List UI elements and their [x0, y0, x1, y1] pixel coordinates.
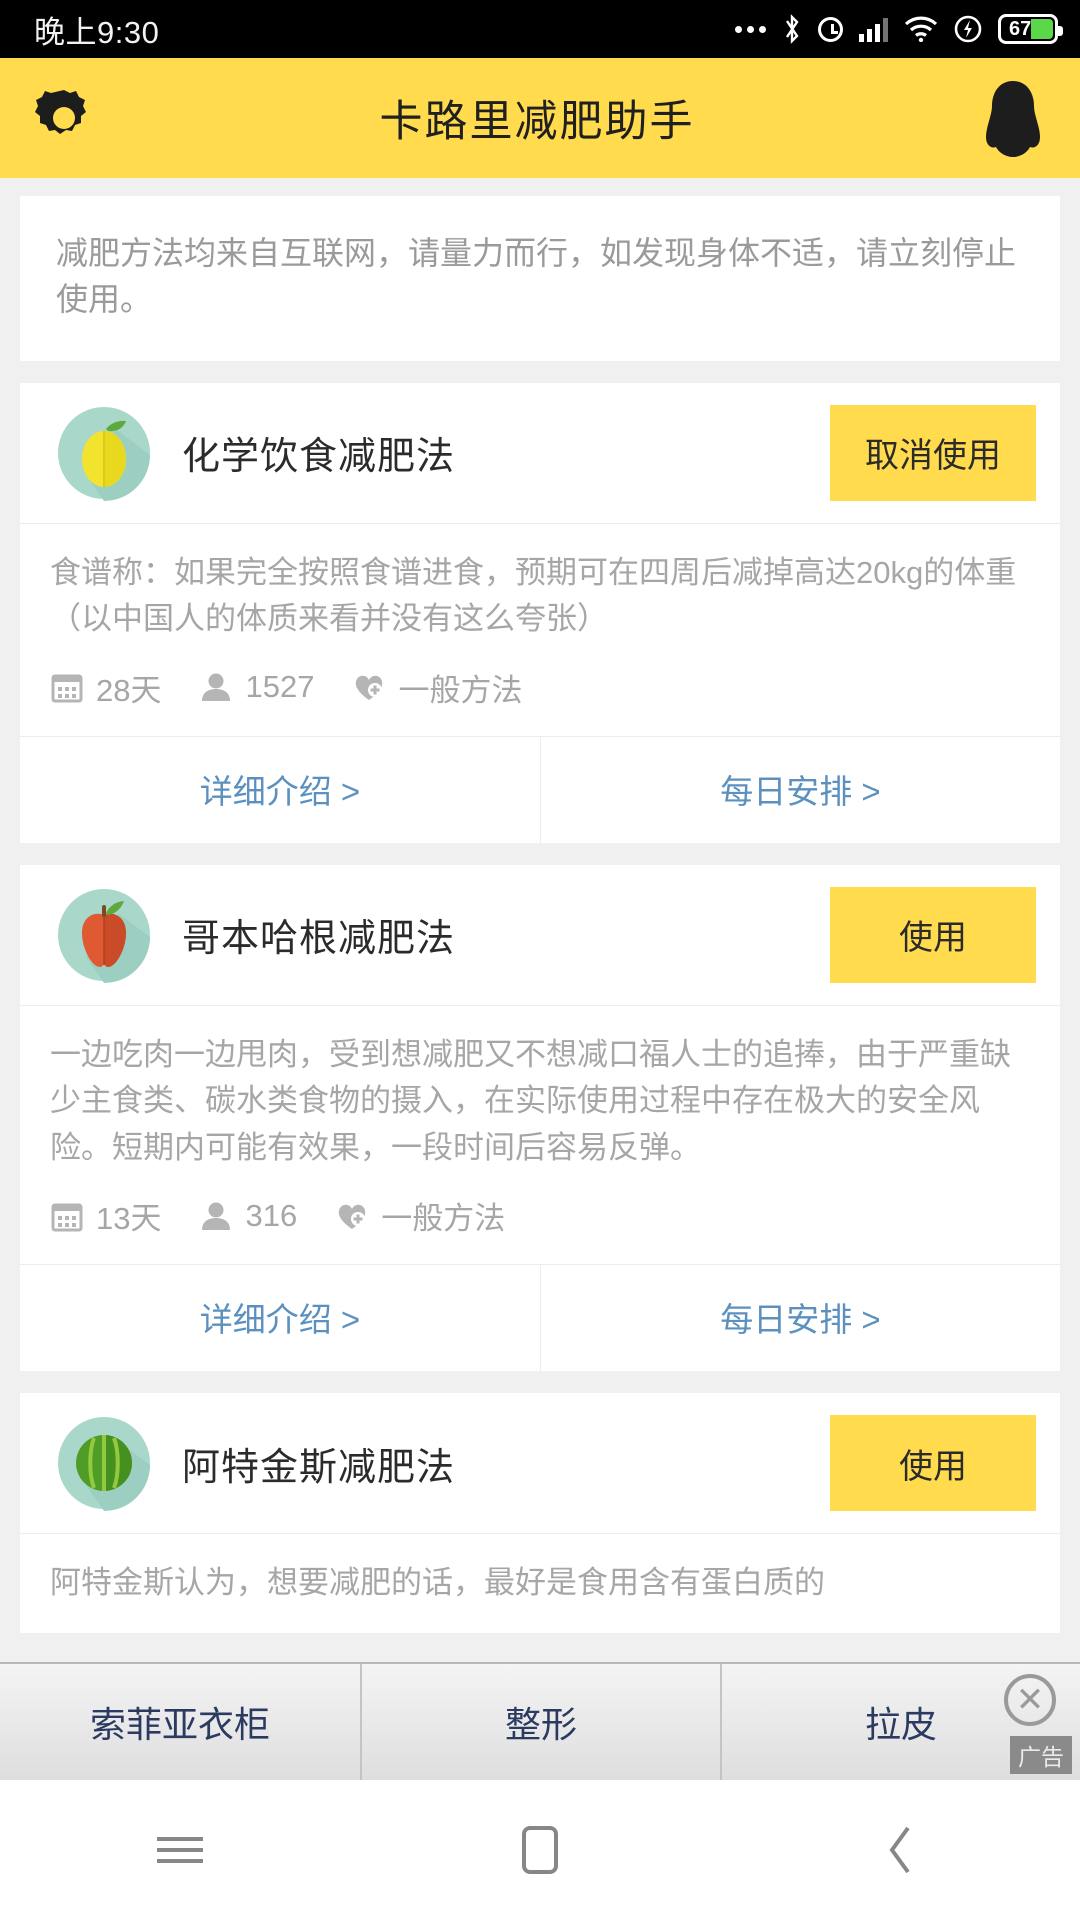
- plan-header: 阿特金斯减肥法 使用: [20, 1393, 1060, 1533]
- plan-use-button[interactable]: 取消使用: [830, 404, 1036, 501]
- ad-item[interactable]: 拉皮 ✕ 广告: [720, 1664, 1080, 1780]
- ad-banner: 索菲亚衣柜 整形 拉皮 ✕ 广告: [0, 1662, 1080, 1780]
- bluetooth-icon: [782, 14, 802, 44]
- qq-penguin-icon[interactable]: [978, 79, 1048, 157]
- plan-users-count: 1527: [245, 669, 315, 705]
- battery-percent: 67: [1009, 17, 1032, 40]
- ad-tag-label: 广告: [1010, 1736, 1072, 1774]
- page-title: 卡路里减肥助手: [379, 98, 695, 146]
- plan-type: 一般方法: [352, 665, 522, 710]
- calendar-icon: [50, 1199, 84, 1233]
- plan-days: 28天: [50, 665, 161, 710]
- ad-item[interactable]: 整形: [360, 1664, 720, 1780]
- plan-users: 1527: [199, 669, 314, 705]
- plan-title: 阿特金斯减肥法: [182, 1446, 456, 1489]
- alarm-icon: [818, 16, 843, 42]
- plan-meta: 13天 316 一般方法: [20, 1171, 1060, 1264]
- watermelon-icon: [56, 1415, 152, 1512]
- close-icon[interactable]: ✕: [1004, 1674, 1056, 1726]
- plan-schedule-link[interactable]: 每日安排 >: [540, 1265, 1060, 1372]
- plan-use-button[interactable]: 使用: [830, 1415, 1036, 1512]
- person-icon: [199, 670, 233, 704]
- plan-users-count: 316: [245, 1197, 298, 1233]
- plan-users: 316: [199, 1198, 297, 1234]
- ad-item[interactable]: 索菲亚衣柜: [0, 1664, 360, 1780]
- back-icon[interactable]: [840, 1805, 960, 1895]
- plan-days: 13天: [50, 1193, 161, 1238]
- plan-days-label: 13天: [96, 1201, 162, 1237]
- status-icon-group: 67: [735, 14, 1063, 44]
- calendar-icon: [50, 670, 84, 704]
- plan-footer: 详细介绍 > 每日安排 >: [20, 1264, 1060, 1372]
- status-bar: 晚上9:30 67: [0, 0, 1080, 58]
- plan-header: 哥本哈根减肥法 使用: [20, 865, 1060, 1005]
- wifi-icon: [904, 16, 938, 42]
- plan-card: 哥本哈根减肥法 使用 一边吃肉一边甩肉，受到想减肥又不想减口福人士的追捧，由于严…: [20, 864, 1060, 1372]
- gear-icon[interactable]: [32, 86, 96, 150]
- plan-detail-link[interactable]: 详细介绍 >: [20, 737, 540, 843]
- ad-item-label: 拉皮: [864, 1704, 937, 1745]
- plan-description: 一边吃肉一边甩肉，受到想减肥又不想减口福人士的追捧，由于严重缺少主食类、碳水类食…: [50, 1036, 1011, 1165]
- notice-card: 减肥方法均来自互联网，请量力而行，如发现身体不适，请立刻停止使用。: [20, 196, 1060, 361]
- plan-meta: 28天 1527 一般方法: [20, 643, 1060, 736]
- content-scroll[interactable]: 减肥方法均来自互联网，请量力而行，如发现身体不适，请立刻停止使用。 化学饮食减肥…: [0, 178, 1080, 1698]
- plan-title: 哥本哈根减肥法: [182, 918, 456, 961]
- plan-type-label: 一般方法: [398, 672, 523, 708]
- system-nav-bar: [0, 1780, 1080, 1920]
- person-icon: [199, 1199, 233, 1233]
- plan-card: 化学饮食减肥法 取消使用 食谱称：如果完全按照食谱进食，预期可在四周后减掉高达2…: [20, 382, 1060, 843]
- plan-title: 化学饮食减肥法: [182, 436, 456, 479]
- home-icon[interactable]: [480, 1805, 600, 1895]
- plan-type-label: 一般方法: [381, 1201, 506, 1237]
- status-time: 晚上9:30: [34, 14, 160, 50]
- signal-icon: [859, 17, 888, 42]
- plan-description: 阿特金斯认为，想要减肥的话，最好是食用含有蛋白质的: [50, 1565, 825, 1601]
- flash-icon: [954, 14, 982, 44]
- heart-plus-icon: [352, 670, 386, 704]
- plan-detail-link[interactable]: 详细介绍 >: [20, 1265, 540, 1371]
- heart-plus-icon: [335, 1199, 369, 1233]
- plan-description: 食谱称：如果完全按照食谱进食，预期可在四周后减掉高达20kg的体重（以中国人的体…: [50, 554, 1017, 637]
- battery-icon: 67: [998, 14, 1063, 44]
- app-screen: 晚上9:30 67 卡路里减肥助手 减肥方法均来自互联网，请量力而行，如发现身体…: [0, 0, 1080, 1920]
- plan-use-button[interactable]: 使用: [830, 886, 1036, 983]
- plan-footer: 详细介绍 > 每日安排 >: [20, 735, 1060, 843]
- more-dots-icon: [735, 25, 766, 33]
- plan-card: 阿特金斯减肥法 使用 阿特金斯认为，想要减肥的话，最好是食用含有蛋白质的: [20, 1393, 1060, 1633]
- plan-header: 化学饮食减肥法 取消使用: [20, 383, 1060, 523]
- plan-type: 一般方法: [335, 1193, 505, 1238]
- lemon-icon: [56, 405, 152, 501]
- app-header: 卡路里减肥助手: [0, 58, 1080, 178]
- notice-text: 减肥方法均来自互联网，请量力而行，如发现身体不适，请立刻停止使用。: [56, 235, 1017, 318]
- apple-icon: [56, 887, 152, 983]
- plan-days-label: 28天: [96, 672, 162, 708]
- menu-icon[interactable]: [120, 1805, 240, 1895]
- plan-schedule-link[interactable]: 每日安排 >: [540, 736, 1060, 843]
